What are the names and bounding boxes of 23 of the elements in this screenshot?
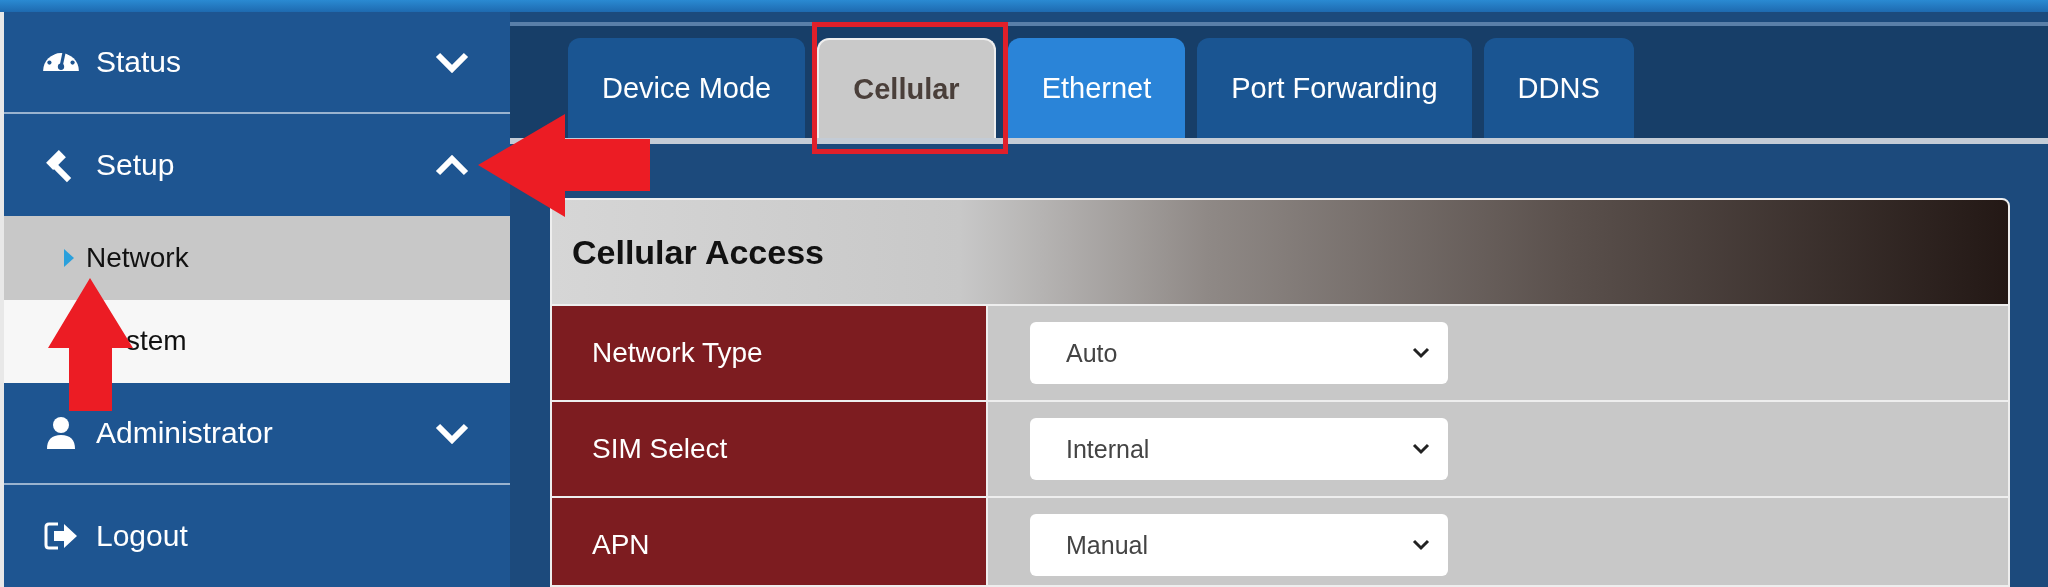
tab[interactable]: Port Forwarding xyxy=(1197,38,1472,138)
field-label: Network Type xyxy=(552,306,988,400)
panel-title: Cellular Access xyxy=(552,200,2008,306)
chevron-down-icon xyxy=(1412,539,1430,551)
chevron-down-icon xyxy=(1412,347,1430,359)
dropdown-field[interactable]: Auto xyxy=(1030,322,1448,384)
submenu-item[interactable]: Network xyxy=(4,215,510,300)
sidebar-item[interactable]: Logout xyxy=(4,485,510,587)
chevron-down-icon xyxy=(1412,443,1430,455)
logout-icon xyxy=(44,521,78,552)
tab[interactable]: DDNS xyxy=(1483,38,1634,138)
dropdown-field[interactable]: Internal xyxy=(1030,418,1448,480)
tab[interactable]: Cellular xyxy=(817,38,996,138)
dropdown-field[interactable]: Manual xyxy=(1030,514,1448,576)
field-label: APN xyxy=(552,498,988,585)
sidebar-item[interactable]: Setup xyxy=(4,113,510,216)
field-label: SIM Select xyxy=(552,402,988,496)
caret-icon xyxy=(64,248,74,267)
gauge-icon xyxy=(42,51,80,72)
sidebar-item[interactable]: Status xyxy=(4,12,510,114)
tab[interactable]: Ethernet xyxy=(1007,38,1186,138)
tab[interactable]: Device Mode xyxy=(568,38,806,138)
user-icon xyxy=(46,416,76,451)
